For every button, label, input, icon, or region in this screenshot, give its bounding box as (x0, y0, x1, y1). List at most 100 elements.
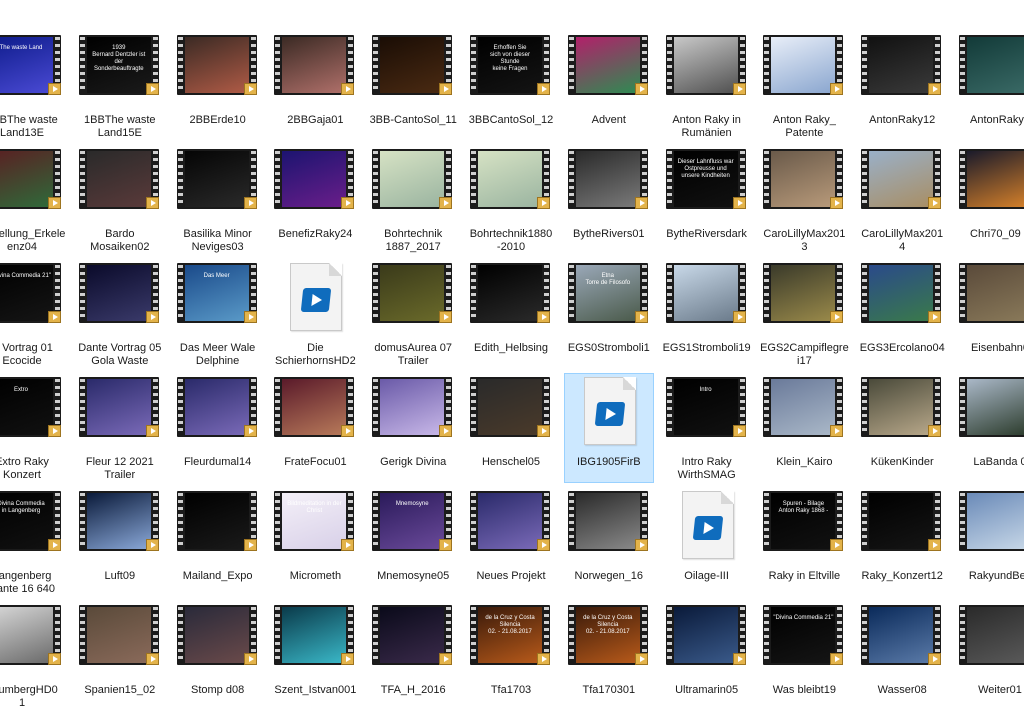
thumbnail-image (184, 379, 249, 435)
file-item[interactable]: Szent_Istvan001 (271, 602, 359, 710)
file-item[interactable]: Edith_Helbsing (467, 260, 555, 368)
file-item[interactable]: Advent (565, 32, 653, 140)
file-item[interactable]: TFA_H_2016 (369, 602, 457, 710)
file-item[interactable]: Dieser Lahnfluss war Ostpreusse und unse… (663, 146, 751, 254)
file-item[interactable]: AntonRaky1 (956, 32, 1024, 140)
file-item[interactable]: Etna Torre de Filosofo EGS0Stromboli1 (565, 260, 653, 368)
media-player-icon (634, 653, 648, 665)
file-item[interactable]: de la Cruz y Costa Silencia 02. - 21.08.… (565, 602, 653, 710)
media-player-icon (732, 425, 746, 437)
file-name-label: Eisenbahn0 (970, 342, 1024, 354)
file-item[interactable]: Intro Intro Raky WirthSMAG (663, 374, 751, 482)
file-name-label: 2BBErde10 (189, 114, 246, 126)
file-item[interactable]: FrateFocu01 (271, 374, 359, 482)
media-player-icon (928, 83, 942, 95)
file-item[interactable]: Eisenbahn0 (956, 260, 1024, 368)
media-player-icon (243, 539, 257, 551)
file-item[interactable]: Oilage-III (663, 488, 751, 596)
file-item[interactable]: Mailand_Expo (174, 488, 262, 596)
media-player-icon (537, 653, 550, 665)
file-item[interactable]: Das Meer Das Meer Wale Delphine (174, 260, 262, 368)
file-item[interactable]: RakyundBec (956, 488, 1024, 596)
file-item[interactable]: Mnemosyne Mnemosyne05 (369, 488, 457, 596)
media-player-icon (243, 83, 257, 95)
file-item[interactable]: Bohrtechnik 1887_2017 (369, 146, 457, 254)
thumbnail-image (967, 265, 1024, 321)
file-name-label: CaroLillyMax201 3 (763, 228, 846, 253)
file-item[interactable]: Henschel05 (467, 374, 555, 482)
file-item[interactable]: Dante Vortrag 05 Gola Waste (76, 260, 164, 368)
file-item[interactable]: BenefizRaky24 (271, 146, 359, 254)
file-item[interactable]: Fleur 12 2021 Trailer (76, 374, 164, 482)
file-item[interactable]: Wasser08 (858, 602, 946, 710)
file-name-label: Raky_Konzert12 (861, 570, 943, 582)
file-item[interactable]: CaroLillyMax201 3 (760, 146, 848, 254)
file-item[interactable]: EGS3Ercolano04 (858, 260, 946, 368)
file-item[interactable]: LaBanda 0 (956, 374, 1024, 482)
file-name-label: Anton Raky in Rumänien (672, 114, 741, 139)
thumbnail-image (380, 265, 445, 321)
media-player-icon (341, 425, 355, 437)
file-item[interactable]: 2BBErde10 (174, 32, 262, 140)
file-item[interactable]: haumbergHD0 1 (0, 602, 66, 710)
file-item[interactable]: Ultramarin05 (663, 602, 751, 710)
thumbnail-image (575, 493, 640, 549)
thumbnail-image: "Divina Commedia 21" (771, 607, 836, 663)
file-item[interactable]: Raky_Konzert12 (858, 488, 946, 596)
file-item[interactable]: Erhoffen Sie sich von dieser Stunde kein… (467, 32, 555, 140)
file-item[interactable]: "Divina Commedia 21" Was bleibt19 (760, 602, 848, 710)
file-item[interactable]: The waste Land 1BBThe waste Land13E (0, 32, 66, 140)
file-name-label: Klein_Kairo (776, 456, 833, 468)
file-item[interactable]: Bohrtechnik1880 -2010 (467, 146, 555, 254)
file-item[interactable]: BytheRivers01 (565, 146, 653, 254)
file-item[interactable]: Bardo Mosaiken02 (76, 146, 164, 254)
file-item[interactable]: Anton Raky_ Patente (760, 32, 848, 140)
file-item[interactable]: IBG1905FirB (563, 373, 654, 483)
file-item[interactable]: 3BB-CantoSol_11 (369, 32, 457, 140)
file-item[interactable]: Die SchierhornsHD2 (271, 260, 359, 368)
file-item[interactable]: Spanien15_02 (76, 602, 164, 710)
file-item[interactable]: Klein_Kairo (760, 374, 848, 482)
thumbnail-image (673, 265, 738, 321)
file-name-label: Anton Raky_ Patente (772, 114, 836, 139)
file-item[interactable]: Bildmeditation in der Christ Micrometh (271, 488, 359, 596)
file-item[interactable]: Anton Raky in Rumänien (663, 32, 751, 140)
file-item[interactable]: CaroLillyMax201 4 (858, 146, 946, 254)
file-item[interactable]: Gerigk Divina (369, 374, 457, 482)
media-player-icon (145, 653, 159, 665)
file-item[interactable]: KükenKinder (858, 374, 946, 482)
file-item[interactable]: EGS1Stromboli19 (663, 260, 751, 368)
file-item[interactable]: Stomp d08 (174, 602, 262, 710)
file-item[interactable]: 1939 Bernard Dentzler ist der Sonderbeau… (76, 32, 164, 140)
file-item[interactable]: usstellung_Erkele enz04 (0, 146, 66, 254)
thumbnail-image (282, 151, 347, 207)
file-item[interactable]: EGS2Campiflegre i17 (760, 260, 849, 368)
file-item[interactable]: de la Cruz y Costa Silencia 02. - 21.08.… (467, 602, 555, 710)
file-item[interactable]: 2BBGaja01 (271, 32, 359, 140)
file-item[interactable]: Extro Extro Raky Konzert (0, 374, 66, 482)
file-item[interactable]: "Divina Commedia 21" D Vortrag 01 Ecocide (0, 260, 66, 368)
thumbnail-image (478, 151, 542, 207)
file-item[interactable]: Divina Commedia in Langenberg Langenberg … (0, 488, 66, 596)
file-name-label: Neues Projekt (476, 570, 546, 582)
file-name-label: 1BBThe waste Land15E (84, 114, 156, 139)
file-item[interactable]: Basilika Minor Neviges03 (174, 146, 262, 254)
file-name-label: Luft09 (104, 570, 136, 582)
media-player-icon (634, 311, 648, 323)
media-player-icon (243, 425, 257, 437)
video-thumbnail (959, 35, 1024, 95)
file-item[interactable]: Norwegen_16 (565, 488, 653, 596)
media-player-icon (439, 425, 453, 437)
media-player-icon (830, 311, 844, 323)
file-item[interactable]: domusAurea 07 Trailer (369, 260, 457, 368)
file-item[interactable]: AntonRaky12 (858, 32, 946, 140)
file-item[interactable]: Chri70_09 h (956, 146, 1024, 254)
file-name-label: Spanien15_02 (84, 684, 156, 696)
file-item[interactable]: Spuren - Bilage Anton Raky 1868 - Raky in… (760, 488, 848, 596)
thumbnail-image (184, 151, 249, 207)
file-item[interactable]: Fleurdumal14 (174, 374, 262, 482)
play-logo-icon (301, 288, 332, 312)
file-item[interactable]: Weiter01 (956, 602, 1024, 710)
file-item[interactable]: Luft09 (76, 488, 164, 596)
file-item[interactable]: Neues Projekt (467, 488, 555, 596)
